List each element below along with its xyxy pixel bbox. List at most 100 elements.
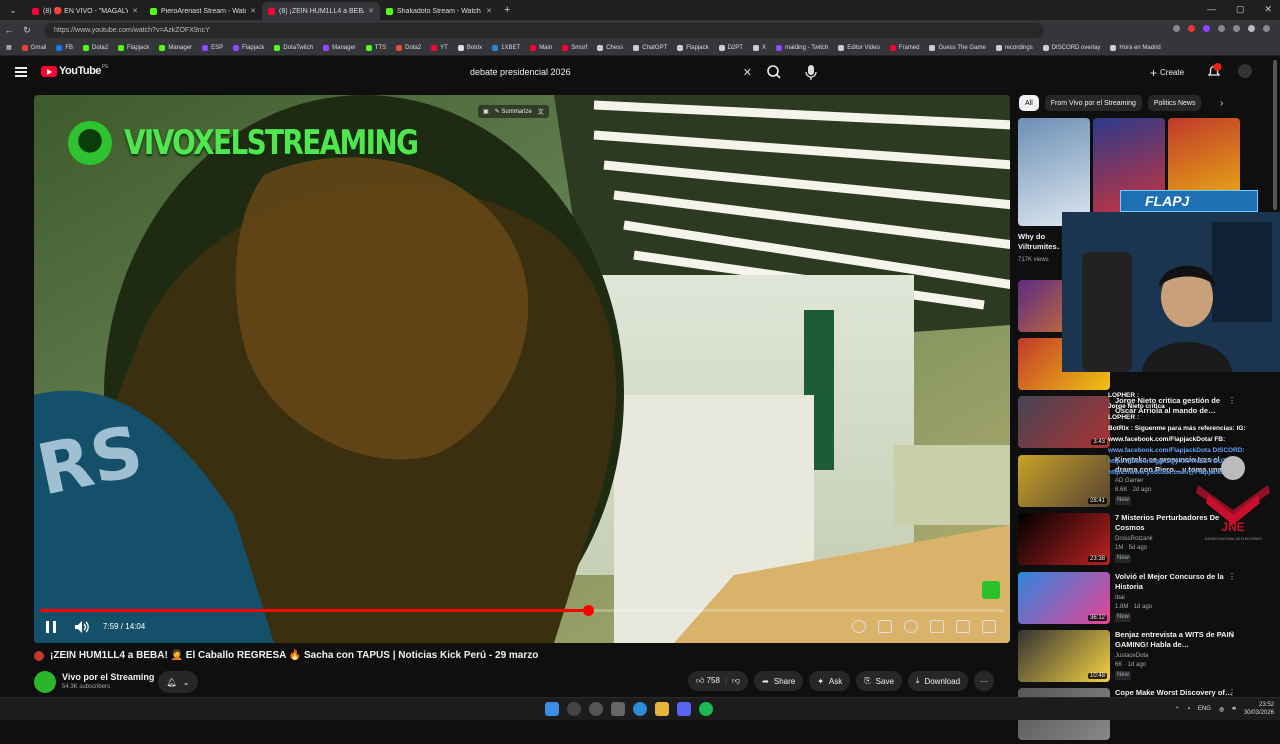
- minimize-icon[interactable]: —: [1207, 4, 1216, 15]
- save-button[interactable]: ⎘ Save: [856, 671, 902, 691]
- bookmark-item[interactable]: malding - Twitch: [775, 44, 828, 51]
- screenshot-icon[interactable]: ▣: [483, 108, 489, 115]
- bookmark-item[interactable]: Manager: [159, 44, 192, 51]
- channel-name[interactable]: Vivo por el Streaming: [62, 672, 154, 682]
- bookmark-item[interactable]: Botrix: [457, 44, 482, 51]
- tray-chevron-icon[interactable]: ⌃: [1175, 706, 1180, 713]
- more-options-icon[interactable]: ⋮: [1228, 630, 1236, 639]
- bookmark-item[interactable]: ChatGPT: [633, 44, 667, 51]
- like-button[interactable]: 👍︎ 758: [696, 676, 720, 686]
- theater-mode-icon[interactable]: [956, 620, 970, 633]
- subscription-bell-button[interactable]: 🔔︎ ⌄: [158, 671, 198, 693]
- language-indicator[interactable]: ENG: [1198, 706, 1211, 712]
- bookmark-item[interactable]: Main: [530, 44, 552, 51]
- chevron-right-icon[interactable]: ›: [1220, 98, 1223, 109]
- recommendation-thumbnail[interactable]: [1018, 118, 1090, 226]
- recommendation-thumbnail[interactable]: 10:48: [1018, 630, 1110, 682]
- volume-icon[interactable]: [74, 620, 90, 634]
- bookmark-item[interactable]: DotaTwitch: [274, 44, 313, 51]
- ask-button[interactable]: ✦ Ask: [809, 671, 851, 691]
- clear-search-icon[interactable]: ✕: [743, 66, 752, 79]
- pause-icon[interactable]: [46, 621, 56, 633]
- more-options-icon[interactable]: ⋮: [1228, 688, 1236, 697]
- spotify-icon[interactable]: [699, 702, 713, 716]
- bookmark-item[interactable]: recordings: [995, 44, 1033, 51]
- bookmark-item[interactable]: D2PT: [718, 44, 743, 51]
- bookmark-item[interactable]: X: [752, 44, 766, 51]
- bookmark-item[interactable]: Hora en Madrid: [1110, 44, 1161, 51]
- scrubber-handle[interactable]: [582, 605, 594, 616]
- browser-tab[interactable]: (8) ¡ZEIN HUM1LL4 a BEBA! ✕: [262, 2, 380, 20]
- bookmark-item[interactable]: Flapjack: [233, 44, 264, 51]
- recommendation-thumbnail[interactable]: 23:38: [1018, 513, 1110, 565]
- recommendation-channel[interactable]: DrossRotzank: [1115, 535, 1153, 544]
- channel-avatar[interactable]: [34, 671, 56, 693]
- progress-bar[interactable]: [40, 605, 1004, 616]
- bookmark-item[interactable]: ESP: [202, 44, 223, 51]
- recommendation-title[interactable]: Benjaz entrevista a WITS de PAIN GAMING!…: [1115, 630, 1235, 650]
- bookmark-item[interactable]: Flapjack: [677, 44, 709, 51]
- chip-all[interactable]: All: [1019, 95, 1039, 111]
- dislike-button[interactable]: 👎︎: [732, 676, 740, 686]
- browser-tab[interactable]: Shakadoto Stream - Watch Live o ✕: [380, 2, 498, 20]
- apps-icon[interactable]: ▦: [6, 44, 12, 51]
- chrome-icon[interactable]: [633, 702, 647, 716]
- back-icon[interactable]: ←: [0, 25, 18, 35]
- download-button[interactable]: ⤓ Download: [907, 671, 969, 691]
- recommendation-thumbnail[interactable]: 28:41: [1018, 455, 1110, 507]
- profile-avatar-icon[interactable]: [1248, 25, 1255, 32]
- bookmark-item[interactable]: Dota2: [83, 44, 108, 51]
- more-options-icon[interactable]: ⋮: [1228, 572, 1236, 581]
- summarize-button[interactable]: ✎ Summarize: [495, 108, 532, 115]
- tray-app-icon[interactable]: ▪: [1188, 706, 1190, 712]
- bookmark-item[interactable]: Dota2: [396, 44, 421, 51]
- recommendation-item[interactable]: 10:48 Benjaz entrevista a WITS de PAIN GA…: [1018, 630, 1268, 686]
- bookmark-item[interactable]: Editor Video: [838, 44, 880, 51]
- menu-dots-icon[interactable]: [1263, 25, 1270, 32]
- extension-icon[interactable]: [1173, 25, 1180, 32]
- close-tab-icon[interactable]: ✕: [368, 7, 374, 15]
- search-input[interactable]: debate presidencial 2026 ✕: [460, 62, 760, 82]
- maximize-icon[interactable]: ▢: [1236, 4, 1245, 15]
- miniplayer-icon[interactable]: [930, 620, 944, 633]
- bookmark-item[interactable]: Manager: [323, 44, 356, 51]
- bookmark-item[interactable]: TTS: [365, 44, 386, 51]
- network-icon[interactable]: ◍: [1219, 706, 1224, 713]
- more-actions-button[interactable]: ⋯: [974, 671, 995, 691]
- bookmark-item[interactable]: YT: [431, 44, 448, 51]
- bookmark-item[interactable]: FB: [56, 44, 73, 51]
- browser-tab[interactable]: PieroArenast Stream - Watch Live ✕: [144, 2, 262, 20]
- menu-icon[interactable]: [15, 67, 27, 77]
- settings-gear-icon[interactable]: [904, 620, 918, 633]
- browser-tab[interactable]: (8) 🔴 EN VIVO - "MAGALY TV LA✕: [26, 2, 144, 20]
- bookmark-item[interactable]: Framed: [889, 44, 919, 51]
- bookmark-item[interactable]: Smurf: [562, 44, 587, 51]
- extension-icon[interactable]: [1233, 25, 1240, 32]
- taskbar-app-icon[interactable]: [611, 702, 625, 716]
- clock[interactable]: 23:52 30/03/2026: [1244, 701, 1274, 717]
- search-icon[interactable]: [764, 63, 784, 81]
- extension-icon[interactable]: [1218, 25, 1225, 32]
- bookmark-item[interactable]: Guess The Game: [929, 44, 986, 51]
- page-scrollbar[interactable]: [1273, 60, 1277, 210]
- obs-icon[interactable]: [589, 702, 603, 716]
- notifications-bell-icon[interactable]: [1206, 63, 1222, 80]
- translate-icon[interactable]: 文: [538, 107, 544, 116]
- tab-list-icon[interactable]: ⌄: [0, 5, 26, 16]
- account-avatar[interactable]: [1238, 64, 1252, 78]
- microphone-icon[interactable]: [802, 62, 820, 82]
- summarize-bar[interactable]: ▣ ✎ Summarize 文: [478, 105, 549, 118]
- windows-start-icon[interactable]: [545, 702, 559, 716]
- youtube-logo[interactable]: YouTube PE: [41, 64, 109, 77]
- recommendation-title[interactable]: Why do Viltrumites…: [1018, 232, 1060, 254]
- recommendation-channel[interactable]: Ibai: [1115, 594, 1152, 603]
- new-tab-icon[interactable]: +: [504, 4, 510, 16]
- speaker-icon[interactable]: 🔊︎: [1232, 706, 1236, 713]
- close-window-icon[interactable]: ✕: [1264, 4, 1272, 15]
- chip-politics[interactable]: Politics News: [1147, 95, 1202, 111]
- captions-icon[interactable]: [878, 620, 892, 633]
- create-button[interactable]: + Create: [1150, 64, 1184, 81]
- recommendation-channel[interactable]: AD Gamer: [1115, 477, 1151, 486]
- recommendation-item[interactable]: 36:12 Volvió el Mejor Concurso de la Hist…: [1018, 572, 1268, 628]
- recommendation-thumbnail[interactable]: 36:12: [1018, 572, 1110, 624]
